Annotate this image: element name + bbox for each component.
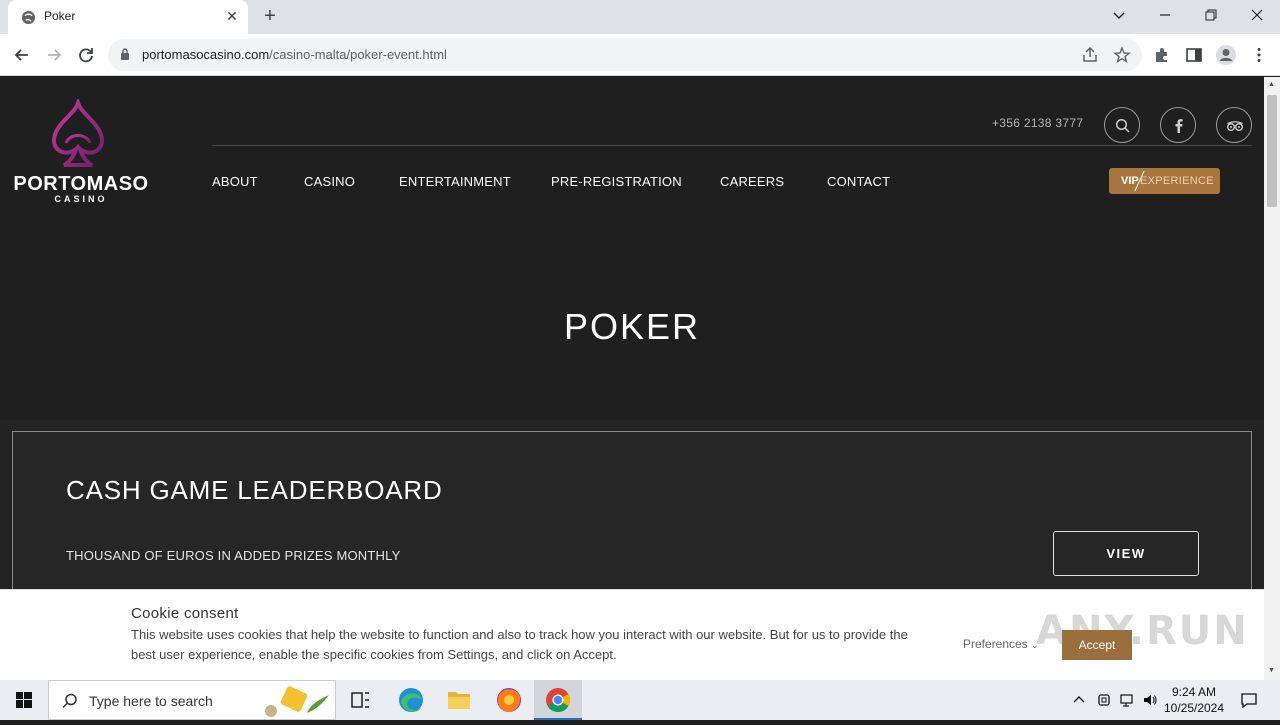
windows-taskbar: Type here to search 9:24 AM 10/25/2024 (0, 680, 1280, 720)
minimize-icon[interactable] (1142, 0, 1188, 30)
logo-subtitle: CASINO (54, 194, 108, 204)
logo-wordmark: PORTOMASO (13, 173, 149, 195)
firefox-app[interactable] (485, 680, 533, 720)
search-placeholder: Type here to search (89, 693, 213, 709)
browser-tab[interactable]: Poker ✕ (8, 0, 248, 34)
firefox-icon (497, 688, 521, 712)
close-window-icon[interactable] (1234, 0, 1280, 30)
card-subtitle: THOUSAND OF EUROS IN ADDED PRIZES MONTHL… (66, 548, 401, 563)
start-button[interactable] (0, 680, 48, 720)
cookie-consent-banner: ANY.RUN Cookie consent This website uses… (0, 589, 1264, 680)
url-path: /casino-malta/poker-event.html (269, 47, 447, 62)
chevron-down-icon: ⌄ (1031, 640, 1039, 650)
windows-logo-icon (16, 692, 32, 708)
cookie-title: Cookie consent (131, 605, 239, 622)
nav-contact[interactable]: CONTACT (827, 174, 890, 189)
new-tab-icon[interactable]: + (260, 6, 280, 26)
browser-tab-strip: Poker ✕ + (0, 0, 1280, 34)
task-view-icon (351, 692, 369, 708)
nav-pre-registration[interactable]: PRE-REGISTRATION (551, 174, 682, 189)
vip-experience-label: EXPERIENCE (1140, 175, 1214, 187)
lock-icon[interactable] (120, 48, 130, 61)
facebook-button[interactable] (1160, 107, 1196, 143)
preferences-label: Preferences (963, 637, 1028, 651)
tripadvisor-button[interactable] (1216, 107, 1252, 143)
restore-icon[interactable] (1188, 0, 1234, 30)
accept-button[interactable]: Accept (1062, 630, 1132, 660)
address-bar[interactable]: portomasocasino.com/casino-malta/poker-e… (108, 39, 1142, 71)
card-title: CASH GAME LEADERBOARD (66, 475, 443, 505)
network-icon[interactable] (1119, 692, 1135, 708)
nav-careers[interactable]: CAREERS (720, 174, 784, 189)
extensions-icon[interactable] (1153, 46, 1171, 64)
volume-icon[interactable] (1142, 692, 1158, 708)
nav-entertainment[interactable]: ENTERTAINMENT (399, 174, 511, 189)
bookmark-star-icon[interactable] (1113, 46, 1131, 64)
tripadvisor-icon (1227, 121, 1243, 131)
system-clock[interactable]: 9:24 AM 10/25/2024 (1162, 684, 1226, 716)
clock-date: 10/25/2024 (1163, 701, 1225, 715)
meet-now-icon[interactable] (1096, 692, 1112, 708)
preferences-button[interactable]: Preferences ⌄ (963, 637, 1039, 651)
phone-number[interactable]: +356 2138 3777 (992, 116, 1083, 130)
notification-icon[interactable] (1240, 691, 1258, 709)
share-icon[interactable] (1081, 46, 1099, 64)
spade-icon (52, 96, 104, 167)
header-divider (212, 145, 1252, 146)
scroll-thumb[interactable] (1267, 95, 1277, 207)
portomaso-logo[interactable]: PORTOMASO CASINO (4, 96, 154, 209)
browser-toolbar: portomasocasino.com/casino-malta/poker-e… (0, 34, 1280, 76)
forward-arrow-icon[interactable] (43, 44, 65, 66)
nav-casino[interactable]: CASINO (304, 174, 355, 189)
page-title: POKER (563, 306, 701, 347)
profile-avatar-icon[interactable] (1215, 44, 1237, 66)
page-scrollbar[interactable]: ▲ ▼ (1264, 77, 1280, 680)
file-explorer-app[interactable] (435, 680, 483, 720)
task-view-button[interactable] (336, 680, 384, 720)
scroll-up-icon[interactable]: ▲ (1268, 81, 1275, 88)
view-button[interactable]: VIEW (1053, 531, 1199, 576)
clock-time: 9:24 AM (1171, 685, 1217, 699)
side-panel-icon[interactable] (1185, 46, 1203, 64)
web-page: PORTOMASO CASINO +356 2138 3777 ABOUT CA… (0, 77, 1264, 680)
browser-menu-icon[interactable] (1250, 46, 1268, 64)
url-text: portomasocasino.com/casino-malta/poker-e… (142, 47, 447, 62)
show-hidden-icons-chevron-icon[interactable] (1071, 692, 1087, 708)
facebook-icon (1175, 119, 1183, 133)
tab-search-icon[interactable] (1096, 0, 1142, 30)
edge-app[interactable] (387, 680, 435, 720)
scroll-down-icon[interactable]: ▼ (1268, 667, 1275, 674)
search-icon (62, 693, 77, 709)
chrome-icon (546, 688, 571, 713)
search-button[interactable] (1104, 107, 1140, 143)
taskbar-search[interactable]: Type here to search (48, 680, 336, 720)
chrome-app[interactable] (534, 680, 582, 720)
tab-title: Poker (44, 9, 76, 23)
search-icon (1115, 118, 1130, 133)
search-highlight-icon (265, 686, 329, 717)
globe-icon (21, 10, 36, 25)
nav-about[interactable]: ABOUT (212, 174, 258, 189)
url-domain: portomasocasino.com (142, 47, 270, 62)
folder-icon (448, 692, 470, 709)
back-arrow-icon[interactable] (11, 44, 33, 66)
cookie-text: This website uses cookies that help the … (131, 627, 908, 662)
vip-experience-button[interactable]: VIP EXPERIENCE (1109, 168, 1220, 194)
reload-icon[interactable] (75, 44, 97, 66)
close-tab-icon[interactable]: ✕ (224, 8, 240, 24)
edge-icon (399, 688, 423, 712)
